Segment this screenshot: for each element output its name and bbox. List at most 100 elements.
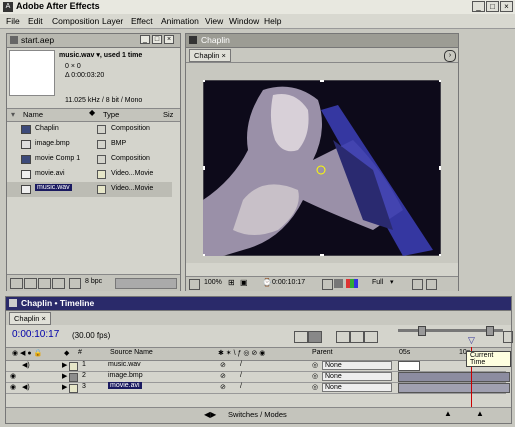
quality-switch-icon[interactable]: ⊘ bbox=[220, 372, 226, 380]
resolution-icon[interactable]: ⊞ bbox=[228, 278, 235, 287]
quality-switch-icon[interactable]: ⊘ bbox=[220, 361, 226, 369]
scroll-left-icon[interactable]: ◀▶ bbox=[204, 410, 216, 419]
live-update-icon[interactable] bbox=[294, 331, 308, 343]
menu-animation[interactable]: Animation bbox=[161, 16, 199, 26]
channel-icon[interactable] bbox=[334, 279, 343, 288]
audio-icon[interactable]: ◀) bbox=[22, 383, 30, 391]
label-swatch[interactable] bbox=[97, 125, 106, 134]
bpc-toggle[interactable]: 8 bpc bbox=[85, 278, 102, 285]
draft-3d-icon[interactable] bbox=[308, 331, 322, 343]
current-time-indicator-icon[interactable]: ▽ bbox=[468, 335, 475, 346]
panel-menu-icon[interactable]: › bbox=[444, 50, 456, 62]
parent-select[interactable]: None bbox=[322, 372, 392, 381]
navigator-end-handle[interactable] bbox=[486, 326, 494, 336]
column-size[interactable]: Siz bbox=[163, 110, 173, 119]
find-icon[interactable] bbox=[10, 278, 23, 289]
region-of-interest-icon[interactable] bbox=[412, 279, 423, 290]
video-frame[interactable] bbox=[203, 80, 441, 256]
layer-duration-bar[interactable] bbox=[398, 383, 510, 393]
current-time-display[interactable]: 0:00:10:17 bbox=[12, 329, 59, 340]
parent-select[interactable]: None bbox=[322, 383, 392, 392]
label-swatch[interactable] bbox=[69, 362, 78, 371]
zoom-out-icon[interactable]: ▲ bbox=[444, 409, 452, 418]
layer-name[interactable]: image.bmp bbox=[108, 372, 143, 379]
list-item[interactable]: Chaplin Composition bbox=[7, 122, 172, 137]
comp-timecode[interactable]: 0:00:10:17 bbox=[272, 279, 305, 286]
parent-pick-whip-icon[interactable]: ◎ bbox=[312, 361, 318, 369]
column-source-name[interactable]: Source Name bbox=[110, 349, 153, 356]
quality-select[interactable]: Full bbox=[372, 279, 383, 286]
eye-icon[interactable]: ◉ bbox=[10, 372, 16, 380]
column-type[interactable]: Type bbox=[103, 110, 119, 119]
switches-modes-toggle[interactable]: Switches / Modes bbox=[228, 410, 287, 419]
audio-icon[interactable]: ◀) bbox=[22, 361, 30, 369]
menu-edit[interactable]: Edit bbox=[28, 16, 43, 26]
parent-select[interactable]: None bbox=[322, 361, 392, 370]
minimize-button[interactable]: _ bbox=[472, 1, 485, 12]
rgb-blue-icon[interactable] bbox=[354, 279, 358, 288]
layer-name[interactable]: movie.avi bbox=[108, 382, 142, 389]
interpret-footage-icon[interactable] bbox=[69, 278, 81, 289]
layer-duration-bar[interactable] bbox=[398, 361, 420, 371]
trash-icon[interactable] bbox=[52, 278, 65, 289]
eye-icon[interactable]: ◉ bbox=[10, 383, 16, 391]
tab-chaplin-timeline[interactable]: Chaplin × bbox=[9, 312, 51, 325]
chevron-down-icon[interactable]: ▾ bbox=[390, 278, 394, 286]
menu-layer[interactable]: Layer bbox=[102, 16, 123, 26]
column-label-icon[interactable]: ◆ bbox=[89, 108, 95, 117]
menu-help[interactable]: Help bbox=[264, 16, 281, 26]
frame-blending-icon[interactable] bbox=[350, 331, 364, 343]
composition-footer: 100% ⊞ ▣ ⌚ 0:00:10:17 Full ▾ bbox=[186, 276, 458, 291]
horizontal-scrollbar[interactable] bbox=[115, 278, 177, 289]
label-swatch[interactable] bbox=[97, 170, 106, 179]
layer-row[interactable]: ◉ ◀) ▶ 3 movie.avi ⊘ / ◎ None bbox=[6, 382, 510, 394]
composition-viewer[interactable] bbox=[186, 63, 458, 263]
pen-icon[interactable]: / bbox=[240, 383, 242, 390]
graph-editor-icon[interactable] bbox=[364, 331, 378, 343]
snapshot-icon[interactable]: ▣ bbox=[240, 278, 248, 287]
list-item[interactable]: image.bmp BMP bbox=[7, 137, 172, 152]
zoom-select[interactable]: 100% bbox=[204, 279, 222, 286]
motion-blur-icon[interactable] bbox=[336, 331, 350, 343]
label-swatch[interactable] bbox=[69, 373, 78, 382]
panel-menu-icon[interactable] bbox=[503, 331, 513, 343]
list-item[interactable]: movie.avi Video...Movie bbox=[7, 167, 172, 182]
tab-chaplin[interactable]: Chaplin × bbox=[189, 49, 231, 62]
pen-icon[interactable]: / bbox=[240, 361, 242, 368]
layer-duration-bar[interactable] bbox=[398, 372, 510, 382]
safe-margins-icon[interactable] bbox=[189, 279, 200, 290]
menu-view[interactable]: View bbox=[205, 16, 223, 26]
navigator-start-handle[interactable] bbox=[418, 326, 426, 336]
menu-composition[interactable]: Composition bbox=[52, 16, 99, 26]
quality-switch-icon[interactable]: ⊘ bbox=[220, 383, 226, 391]
project-maximize-button[interactable]: □ bbox=[152, 35, 162, 44]
twirl-icon[interactable]: ▶ bbox=[62, 361, 67, 369]
twirl-icon[interactable]: ▶ bbox=[62, 372, 67, 380]
project-close-button[interactable]: × bbox=[164, 35, 174, 44]
zoom-in-icon[interactable]: ▲ bbox=[476, 409, 484, 418]
pen-icon[interactable]: / bbox=[240, 372, 242, 379]
label-swatch[interactable] bbox=[97, 140, 106, 149]
layer-name[interactable]: music.wav bbox=[108, 361, 141, 368]
maximize-button[interactable]: □ bbox=[486, 1, 499, 12]
transparency-grid-icon[interactable] bbox=[426, 279, 437, 290]
menu-file[interactable]: File bbox=[6, 16, 20, 26]
column-parent[interactable]: Parent bbox=[312, 349, 333, 356]
project-minimize-button[interactable]: _ bbox=[140, 35, 150, 44]
close-button[interactable]: × bbox=[500, 1, 513, 12]
label-swatch[interactable] bbox=[69, 384, 78, 393]
twirl-icon[interactable]: ▶ bbox=[62, 383, 67, 391]
menu-effect[interactable]: Effect bbox=[131, 16, 153, 26]
label-swatch[interactable] bbox=[97, 155, 106, 164]
show-snapshot-icon[interactable] bbox=[322, 279, 333, 290]
label-swatch[interactable] bbox=[97, 185, 106, 194]
list-item-selected[interactable]: music.wav Video...Movie bbox=[7, 182, 172, 197]
column-name[interactable]: Name bbox=[23, 110, 43, 119]
parent-pick-whip-icon[interactable]: ◎ bbox=[312, 383, 318, 391]
new-folder-icon[interactable] bbox=[24, 278, 37, 289]
menu-window[interactable]: Window bbox=[229, 16, 259, 26]
parent-pick-whip-icon[interactable]: ◎ bbox=[312, 372, 318, 380]
layer-column-header: ◉ ◀ ● 🔒 ◆ # Source Name ✱ ✶ \ ƒ ◎ ⊘ ◉ Pa… bbox=[6, 347, 511, 361]
new-composition-icon[interactable] bbox=[38, 278, 51, 289]
list-item[interactable]: movie Comp 1 Composition bbox=[7, 152, 172, 167]
